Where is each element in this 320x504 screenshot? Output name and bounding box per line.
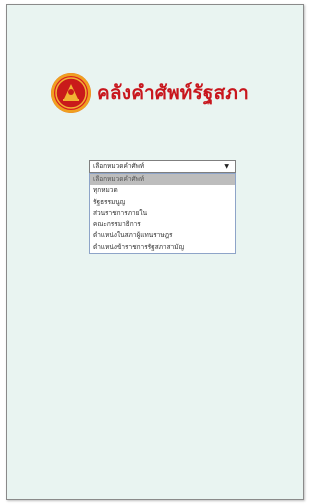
dropdown-option[interactable]: ตำแหน่งในสภาผู้แทนราษฎร — [90, 230, 235, 241]
page-frame: คลังคำศัพท์รัฐสภา เลือกหมวดคำศัพท์ ▼ เลื… — [6, 4, 304, 500]
chevron-down-icon: ▼ — [224, 163, 229, 170]
parliament-seal-icon — [51, 73, 91, 113]
category-select-value: เลือกหมวดคำศัพท์ — [93, 162, 145, 170]
brand-title: คลังคำศัพท์รัฐสภา — [97, 82, 249, 104]
category-select[interactable]: เลือกหมวดคำศัพท์ ▼ — [89, 160, 236, 173]
dropdown-option[interactable]: ตำแหน่งข้าราชการรัฐสภาสามัญ — [90, 242, 235, 253]
dropdown-option[interactable]: เลือกหมวดคำศัพท์ — [90, 174, 235, 186]
dropdown-option[interactable]: ทุกหมวด — [90, 185, 235, 196]
dropdown-option[interactable]: คณะกรรมาธิการ — [90, 219, 235, 230]
dropdown-option[interactable]: รัฐธรรมนูญ — [90, 197, 235, 208]
category-dropdown-list: เลือกหมวดคำศัพท์ ทุกหมวด รัฐธรรมนูญ ส่วน… — [89, 173, 236, 255]
brand-header: คลังคำศัพท์รัฐสภา — [51, 73, 249, 113]
dropdown-option[interactable]: ส่วนราชการภายใน — [90, 208, 235, 219]
